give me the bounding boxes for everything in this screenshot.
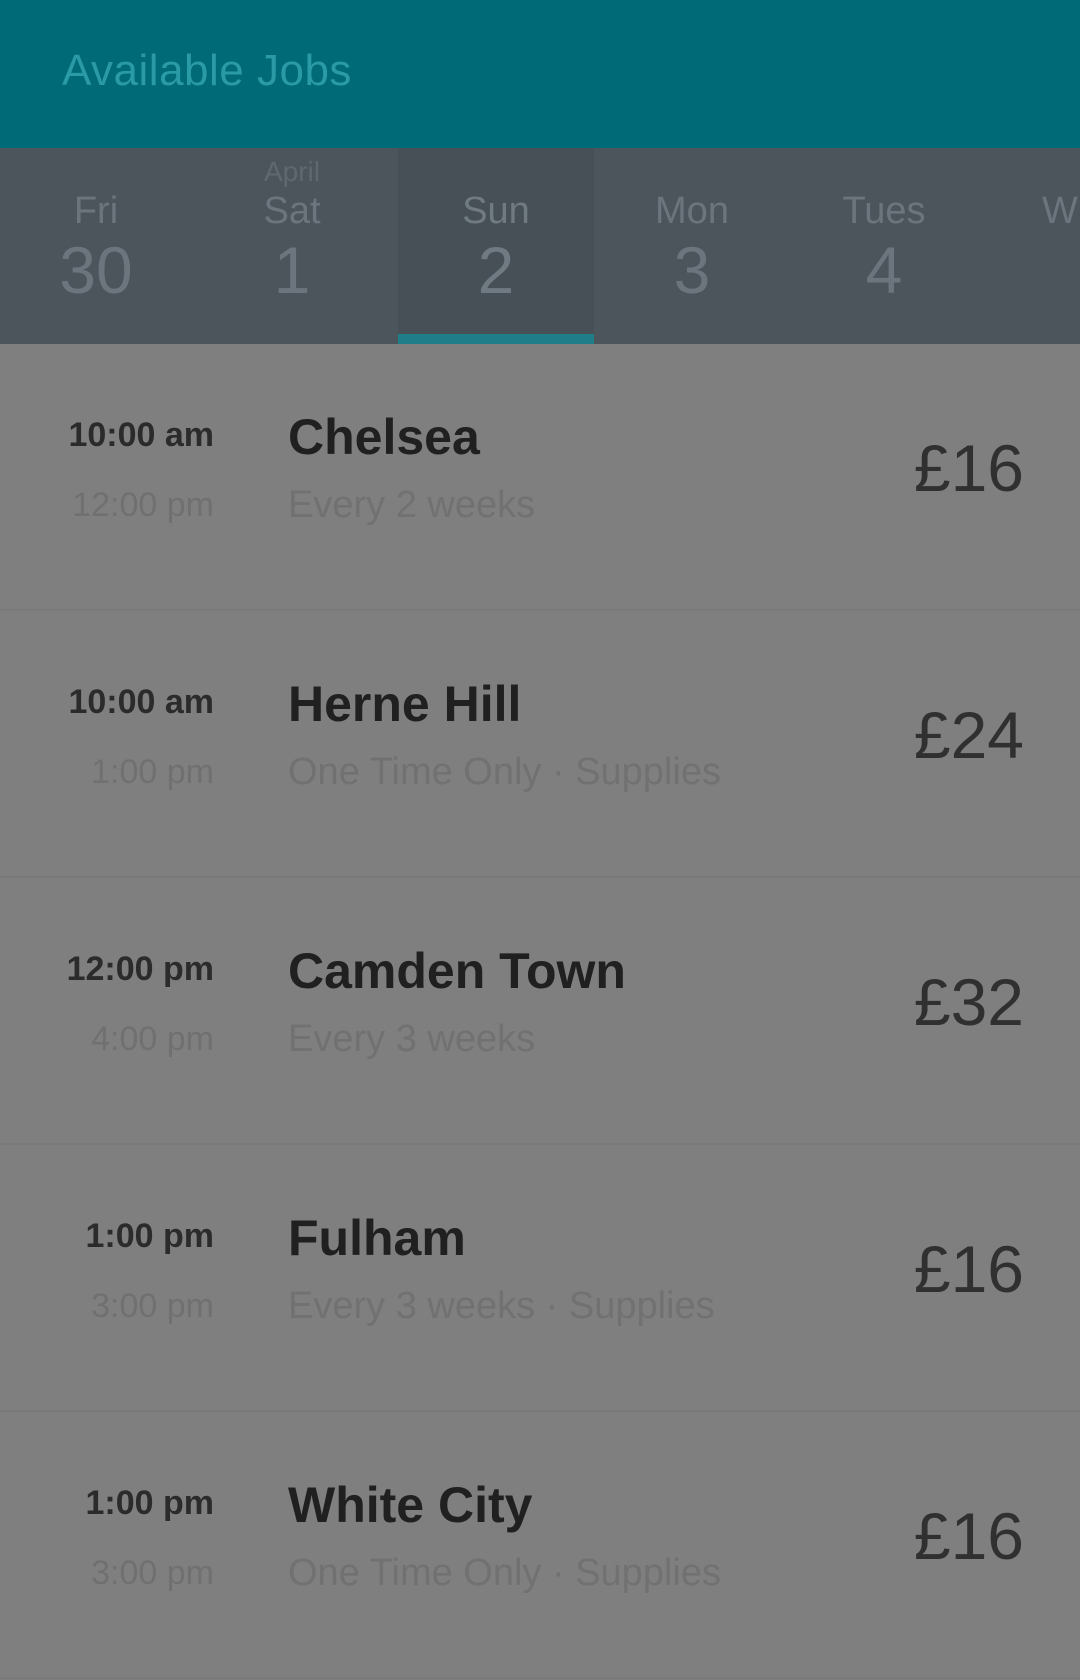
job-price: £24 (913, 698, 1024, 772)
job-location: Fulham (288, 1210, 466, 1266)
job-details: One Time Only · Supplies (288, 1552, 721, 1594)
date-tab-sat-1[interactable]: April Sat 1 (194, 148, 390, 344)
page-title: Available Jobs (62, 46, 352, 95)
start-time: 1:00 pm (85, 1484, 215, 1522)
day-number: 4 (865, 233, 903, 307)
job-location: Herne Hill (288, 676, 522, 732)
date-tab-sun-2[interactable]: Sun 2 (398, 148, 594, 344)
day-of-week-label: Mon (655, 190, 729, 232)
date-tab-mon-3[interactable]: Mon 3 (594, 148, 790, 344)
job-row-camden-town[interactable]: 12:00 pm 4:00 pm Camden Town Every 3 wee… (0, 878, 1080, 1145)
month-label: April (263, 156, 320, 187)
job-details: One Time Only · Supplies (288, 751, 721, 793)
start-time: 12:00 pm (66, 950, 214, 988)
end-time: 3:00 pm (91, 1554, 214, 1592)
job-price: £16 (913, 431, 1024, 505)
day-number: 30 (59, 233, 133, 307)
job-row-herne-hill[interactable]: 10:00 am 1:00 pm Herne Hill One Time Onl… (0, 611, 1080, 878)
job-list: 10:00 am 12:00 pm Chelsea Every 2 weeks … (0, 344, 1080, 1679)
date-strip: Fri 30 April Sat 1 Sun 2 Mon 3 Tues 4 W (0, 148, 1080, 344)
selected-tab-indicator (398, 334, 594, 344)
start-time: 10:00 am (68, 416, 214, 454)
date-tab-tues-4[interactable]: Tues 4 (786, 148, 982, 344)
job-details: Every 3 weeks · Supplies (288, 1285, 715, 1327)
end-time: 12:00 pm (72, 486, 214, 524)
day-of-week-label: Sat (263, 190, 321, 232)
day-number: 2 (477, 233, 515, 307)
end-time: 3:00 pm (91, 1287, 214, 1325)
job-price: £16 (913, 1499, 1024, 1573)
job-location: Camden Town (288, 943, 626, 999)
job-details: Every 3 weeks (288, 1018, 536, 1060)
day-of-week-label: Sun (462, 190, 530, 232)
day-of-week-label: Fri (73, 190, 119, 232)
end-time: 4:00 pm (91, 1020, 214, 1058)
job-details: Every 2 weeks (288, 484, 536, 526)
day-number: 3 (673, 233, 711, 307)
day-of-week-label: Tues (842, 190, 926, 232)
start-time: 1:00 pm (85, 1217, 215, 1255)
date-tab-fri-30[interactable]: Fri 30 (0, 148, 194, 344)
job-location: Chelsea (288, 409, 480, 465)
date-tab-wed-partial[interactable]: W (1004, 148, 1080, 344)
day-of-week-label: W (1042, 190, 1078, 232)
day-number: 1 (273, 233, 311, 307)
job-price: £16 (913, 1232, 1024, 1306)
job-price: £32 (913, 965, 1024, 1039)
job-row-white-city[interactable]: 1:00 pm 3:00 pm White City One Time Only… (0, 1412, 1080, 1679)
end-time: 1:00 pm (91, 753, 214, 791)
job-row-chelsea[interactable]: 10:00 am 12:00 pm Chelsea Every 2 weeks … (0, 344, 1080, 611)
job-row-fulham[interactable]: 1:00 pm 3:00 pm Fulham Every 3 weeks · S… (0, 1145, 1080, 1412)
start-time: 10:00 am (68, 683, 214, 721)
job-location: White City (288, 1477, 533, 1533)
app-bar: Available Jobs (0, 0, 1080, 148)
